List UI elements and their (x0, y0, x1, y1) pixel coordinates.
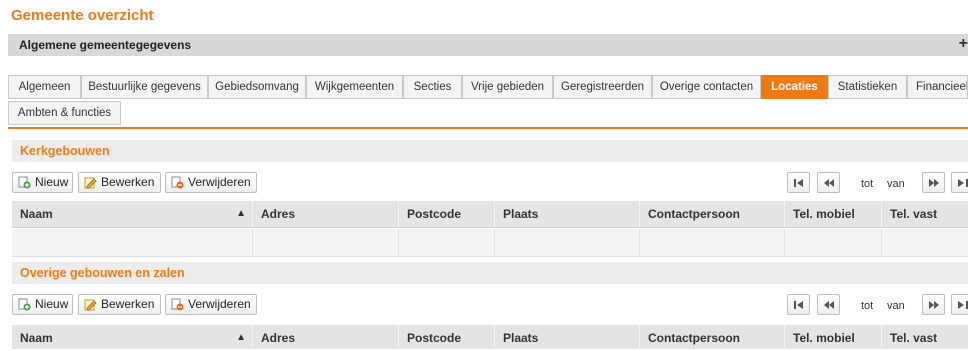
column-header-tel-mobiel[interactable]: Tel. mobiel (785, 325, 882, 351)
table-cell (253, 229, 399, 256)
table-cell (495, 229, 640, 256)
sort-asc-icon: ▲ (236, 332, 246, 343)
pager-of-label: van (887, 300, 905, 312)
column-header-adres[interactable]: Adres (253, 201, 399, 227)
pencil-icon (84, 177, 97, 189)
table-header-overige-gebouwen: Naam ▲ Adres Postcode Plaats Contactpers… (12, 325, 968, 351)
pager-of-label: van (887, 178, 905, 190)
section-title: Kerkgebouwen (20, 144, 110, 158)
next-page-icon (929, 179, 939, 187)
column-header-plaats[interactable]: Plaats (495, 201, 640, 227)
delete-button-label: Verwijderen (188, 175, 251, 189)
table-cell (785, 229, 882, 256)
edit-button-label: Bewerken (101, 175, 155, 189)
tab-algemeen[interactable]: Algemeen (8, 75, 81, 99)
section-header-overige-gebouwen: Overige gebouwen en zalen (12, 262, 968, 284)
tab-gebiedsomvang[interactable]: Gebiedsomvang (208, 75, 306, 99)
tab-geregistreerden[interactable]: Geregistreerden (553, 75, 652, 99)
next-page-button[interactable] (922, 294, 945, 315)
prev-page-button[interactable] (817, 294, 840, 315)
last-page-icon (958, 179, 968, 187)
tab-overige-contacten[interactable]: Overige contacten (652, 75, 761, 99)
prev-page-button[interactable] (817, 172, 840, 193)
next-page-button[interactable] (922, 172, 945, 193)
pencil-icon (84, 299, 97, 311)
first-page-icon (794, 301, 803, 309)
table-header-kerkgebouwen: Naam ▲ Adres Postcode Plaats Contactpers… (12, 201, 968, 228)
column-header-naam[interactable]: Naam ▲ (12, 325, 253, 351)
pager-to-label: tot (861, 178, 874, 190)
prev-page-icon (824, 301, 834, 309)
delete-button[interactable]: Verwijderen (165, 172, 257, 193)
section-title: Overige gebouwen en zalen (20, 266, 185, 280)
new-doc-icon (18, 176, 31, 189)
tab-vrije-gebieden[interactable]: Vrije gebieden (462, 75, 553, 99)
column-header-tel-vast[interactable]: Tel. vast (882, 325, 968, 351)
column-header-contactpersoon[interactable]: Contactpersoon (640, 325, 785, 351)
edit-button[interactable]: Bewerken (78, 294, 161, 315)
table-cell (12, 229, 253, 256)
column-label: Naam (20, 207, 53, 221)
general-data-label: Algemene gemeentegegevens (19, 38, 192, 52)
last-page-icon (958, 301, 968, 309)
delete-button-label: Verwijderen (188, 297, 251, 311)
tab-statistieken[interactable]: Statistieken (828, 75, 907, 99)
last-page-button[interactable] (951, 172, 968, 193)
expand-plus-icon[interactable]: + (959, 35, 968, 53)
tab-underline (8, 127, 968, 129)
next-page-icon (929, 301, 939, 309)
tab-ambten-functies[interactable]: Ambten & functies (8, 101, 121, 125)
column-header-tel-mobiel[interactable]: Tel. mobiel (785, 201, 882, 227)
column-header-contactpersoon[interactable]: Contactpersoon (640, 201, 785, 227)
new-button[interactable]: Nieuw (12, 172, 73, 193)
delete-button[interactable]: Verwijderen (165, 294, 257, 315)
first-page-button[interactable] (787, 294, 810, 315)
column-header-naam[interactable]: Naam ▲ (12, 201, 253, 227)
column-header-postcode[interactable]: Postcode (399, 325, 495, 351)
new-button-label: Nieuw (35, 175, 69, 189)
prev-page-icon (824, 179, 834, 187)
first-page-icon (794, 179, 803, 187)
new-button[interactable]: Nieuw (12, 294, 73, 315)
table-cell (399, 229, 495, 256)
last-page-button[interactable] (951, 294, 968, 315)
tab-locaties[interactable]: Locaties (761, 75, 828, 99)
tab-wijkgemeenten[interactable]: Wijkgemeenten (306, 75, 403, 99)
sort-asc-icon: ▲ (236, 208, 246, 219)
tab-secties[interactable]: Secties (403, 75, 462, 99)
page-title: Gemeente overzicht (11, 7, 154, 24)
new-doc-icon (18, 298, 31, 311)
column-header-adres[interactable]: Adres (253, 325, 399, 351)
column-header-postcode[interactable]: Postcode (399, 201, 495, 227)
general-data-bar[interactable]: Algemene gemeentegegevens + (8, 34, 968, 56)
pager-to-label: tot (861, 300, 874, 312)
section-header-kerkgebouwen: Kerkgebouwen (12, 140, 968, 162)
table-row-empty (12, 229, 968, 257)
tab-financieel[interactable]: Financieel (907, 75, 968, 99)
column-label: Naam (20, 331, 53, 345)
column-header-plaats[interactable]: Plaats (495, 325, 640, 351)
edit-button[interactable]: Bewerken (78, 172, 161, 193)
edit-button-label: Bewerken (101, 297, 155, 311)
tab-bestuurlijke-gegevens[interactable]: Bestuurlijke gegevens (81, 75, 208, 99)
column-header-tel-vast[interactable]: Tel. vast (882, 201, 968, 227)
delete-doc-icon (171, 298, 184, 311)
new-button-label: Nieuw (35, 297, 69, 311)
first-page-button[interactable] (787, 172, 810, 193)
table-cell (640, 229, 785, 256)
delete-doc-icon (171, 176, 184, 189)
